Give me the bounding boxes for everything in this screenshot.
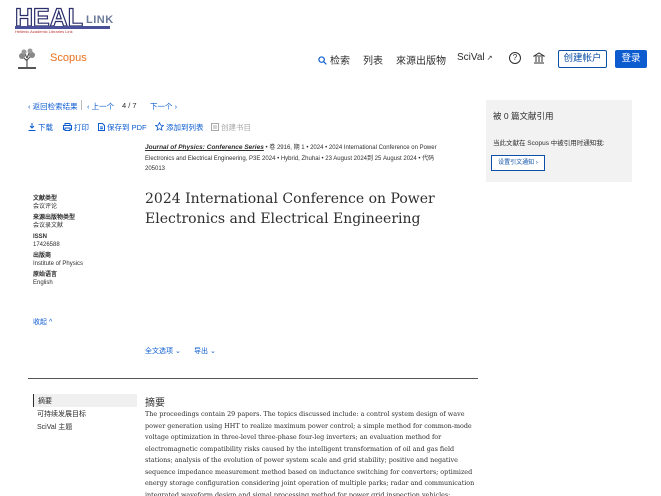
- set-citation-alert-button[interactable]: 设置引文通知 ›: [491, 155, 545, 171]
- document-title: 2024 International Conference on Power E…: [145, 191, 435, 227]
- document-metadata: 文献类型 会议评论 来源出版物类型 会议录文献 ISSN 17426588 出版…: [33, 195, 83, 287]
- print-label: 打印: [74, 123, 89, 132]
- nav-scival-label: SciVal: [457, 52, 485, 63]
- star-icon: [154, 121, 165, 131]
- tab-abstract[interactable]: 摘要: [33, 394, 137, 407]
- scopus-brand[interactable]: Scopus: [50, 52, 87, 64]
- download-button[interactable]: 下载: [28, 122, 53, 133]
- search-icon: [318, 56, 327, 65]
- source-details-2: Electronics and Electrical Engineering, …: [145, 155, 435, 162]
- create-bibliography-label: 创建书目: [221, 123, 251, 132]
- issn-value: 17426588: [33, 242, 60, 248]
- heal-link-logo: HEAL LINK Hellenic Academic Libraries Li…: [14, 3, 125, 34]
- next-link[interactable]: 下一个 ›: [150, 101, 177, 112]
- heal-logo-subtitle: Hellenic Academic Libraries Link: [15, 29, 73, 34]
- elsevier-tree-logo[interactable]: [15, 47, 39, 71]
- page-indicator: 4 / 7: [122, 101, 137, 110]
- journal-link[interactable]: Journal of Physics: Conference Series: [145, 144, 264, 151]
- nav-scival[interactable]: SciVal ↗: [457, 52, 492, 63]
- export-dropdown[interactable]: 导出 ⌄: [194, 346, 216, 356]
- doc-type-label: 文献类型: [33, 196, 58, 202]
- print-button[interactable]: 打印: [63, 122, 89, 133]
- full-text-options-dropdown[interactable]: 全文选项 ⌄: [145, 346, 181, 356]
- tab-scival-topics[interactable]: SciVal 主题: [33, 420, 137, 433]
- collapse-toggle[interactable]: 收起 ^: [33, 317, 52, 327]
- external-link-icon: ↗: [486, 55, 493, 62]
- download-icon: [28, 123, 36, 131]
- help-icon[interactable]: ?: [509, 52, 521, 64]
- nav-search[interactable]: 检索: [318, 52, 350, 67]
- section-tabs: 摘要 可持续发展目标 SciVal 主题: [33, 394, 137, 433]
- save-pdf-button[interactable]: 保存到 PDF: [98, 122, 147, 133]
- create-account-button[interactable]: 创建帐户: [558, 50, 607, 68]
- citation-alert-note: 当此文献在 Scopus 中被引用时通知我:: [493, 140, 605, 147]
- source-type-label: 来源出版物类型: [33, 215, 76, 221]
- source-type-value: 会议录文献: [33, 223, 64, 229]
- bibliography-icon: [211, 123, 219, 131]
- source-info: Journal of Physics: Conference Series • …: [145, 143, 485, 175]
- login-button[interactable]: 登录: [615, 50, 647, 68]
- section-divider: [28, 378, 478, 379]
- original-language-value: English: [33, 280, 53, 286]
- previous-link[interactable]: ‹ 上一个: [87, 101, 114, 112]
- cited-by-count: 被 0 篇文献引用: [493, 111, 554, 121]
- back-to-results-link[interactable]: ‹ 返回检索结果: [28, 101, 78, 112]
- top-navigation: Scopus 检索 列表 來源出版物 SciVal ↗ ? 创建帐户 登录: [0, 44, 661, 74]
- create-bibliography-button[interactable]: 创建书目: [211, 122, 251, 133]
- issn-label: ISSN: [33, 234, 48, 240]
- original-language-label: 原始语言: [33, 272, 58, 278]
- add-to-list-button[interactable]: 添加到列表: [154, 121, 204, 133]
- nav-search-label: 检索: [330, 56, 350, 67]
- download-label: 下载: [38, 123, 53, 132]
- pdf-icon: [98, 123, 105, 131]
- publisher-label: 出版商: [33, 253, 52, 259]
- doc-type-value: 会议评论: [33, 204, 58, 210]
- heal-logo-link-text: LINK: [86, 14, 114, 26]
- tab-sdg[interactable]: 可持续发展目标: [33, 407, 137, 420]
- save-pdf-label: 保存到 PDF: [107, 123, 147, 132]
- print-icon: [63, 123, 72, 131]
- institution-icon[interactable]: [533, 52, 545, 64]
- pager-divider: [81, 100, 82, 110]
- add-to-list-label: 添加到列表: [166, 123, 204, 132]
- source-details-3: 205013: [145, 166, 166, 172]
- citation-panel: 被 0 篇文献引用 当此文献在 Scopus 中被引用时通知我: 设置引文通知 …: [486, 100, 632, 182]
- abstract-heading: 摘要: [145, 398, 165, 409]
- nav-lists[interactable]: 列表: [363, 52, 383, 67]
- abstract-text: The proceedings contain 29 papers. The t…: [145, 410, 475, 496]
- publisher-value: Institute of Physics: [33, 261, 84, 267]
- nav-sources[interactable]: 來源出版物: [396, 52, 446, 67]
- source-details-1: • 卷 2916, 期 1 • 2024 • 2024 Internationa…: [263, 145, 437, 151]
